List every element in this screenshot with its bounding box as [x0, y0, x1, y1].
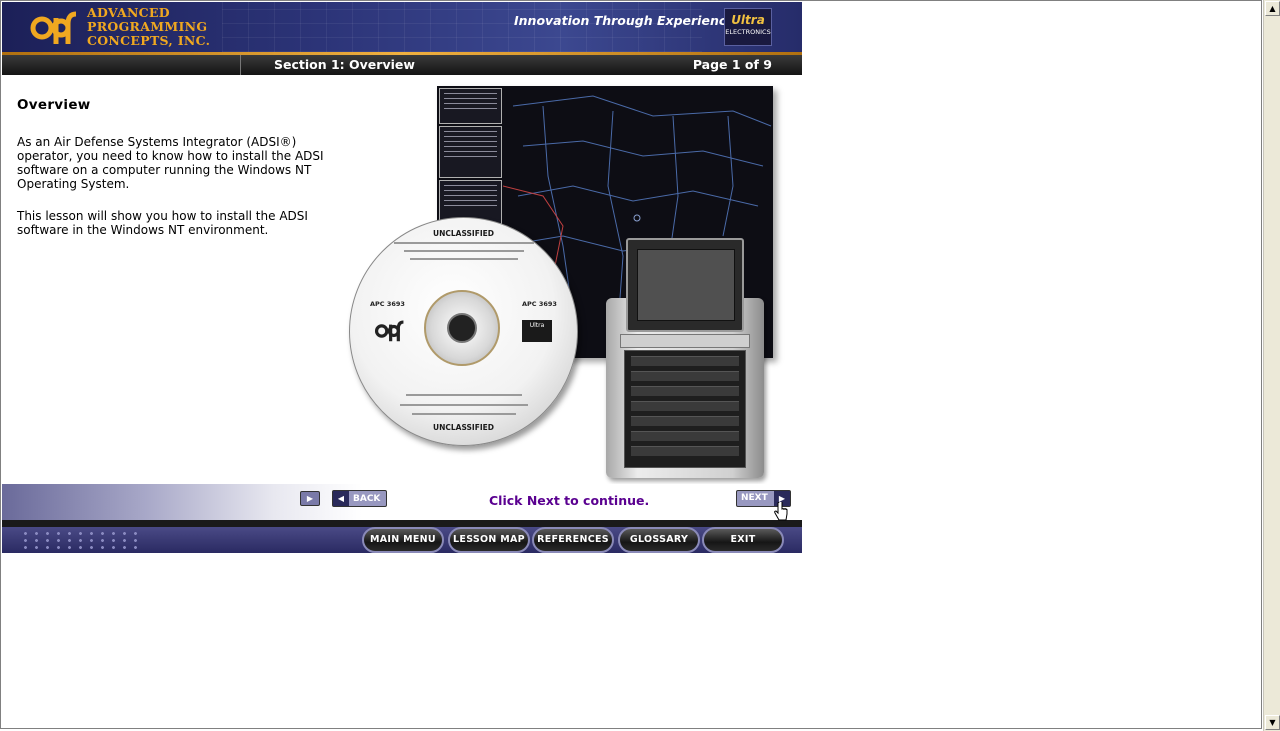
cd-text-line [406, 394, 522, 396]
partner-name: Ultra [731, 13, 765, 27]
company-name-line: ADVANCED [87, 5, 170, 20]
workstation-rack [624, 350, 746, 468]
exit-button[interactable]: EXIT [702, 527, 784, 553]
vertical-scrollbar[interactable]: ▲ ▼ [1263, 0, 1280, 731]
company-name-line: CONCEPTS, INC. [87, 33, 211, 48]
workstation-screen [637, 249, 735, 321]
cd-text-line [404, 250, 524, 252]
page-title: Overview [17, 97, 91, 113]
apc-logo-icon [30, 11, 77, 44]
cd-text-line [394, 242, 534, 244]
section-title: Section 1: Overview [274, 57, 415, 72]
main-menu-button[interactable]: MAIN MENU [362, 527, 444, 553]
cd-hub [424, 290, 500, 366]
page-indicator: Page 1 of 9 [692, 57, 772, 72]
cd-text-line [412, 413, 516, 415]
company-name-line: PROGRAMMING [87, 19, 208, 34]
cd-code-right: APC 3693 [522, 300, 557, 308]
cd-text-line [400, 404, 528, 406]
page-navigation-bar: ▶ ◀ BACK Click Next to continue. NEXT ▶ [2, 484, 802, 520]
cd-ultra-logo: Ultra [522, 320, 552, 342]
ultra-electronics-logo: Ultra ELECTRONICS [724, 8, 772, 46]
course-header: ADVANCED PROGRAMMING CONCEPTS, INC. Inno… [2, 2, 802, 52]
references-button[interactable]: REFERENCES [532, 527, 614, 553]
section-bar: Section 1: Overview Page 1 of 9 [2, 55, 802, 75]
lesson-illustration: UNCLASSIFIED APC 3693 APC 3693 Ultra UNC… [348, 86, 774, 478]
body-paragraph: This lesson will show you how to install… [17, 209, 308, 237]
replay-icon: ▶ [306, 494, 314, 503]
workstation-monitor [626, 238, 744, 332]
scroll-down-icon[interactable]: ▼ [1265, 715, 1280, 730]
map-status-panel [439, 126, 502, 178]
next-button-label: NEXT [741, 493, 768, 503]
back-arrow-icon: ◀ [333, 491, 349, 506]
cd-label-bottom: UNCLASSIFIED [433, 423, 494, 432]
lesson-content: Overview As an Air Defense Systems Integ… [2, 75, 802, 484]
partner-subname: ELECTRONICS [725, 28, 771, 36]
cd-label-top: UNCLASSIFIED [433, 229, 494, 238]
company-name: ADVANCED PROGRAMMING CONCEPTS, INC. [87, 6, 210, 48]
workstation-keyboard [620, 334, 750, 348]
course-frame: ADVANCED PROGRAMMING CONCEPTS, INC. Inno… [2, 2, 802, 553]
continue-prompt: Click Next to continue. [489, 493, 650, 508]
decorative-dots [20, 530, 140, 550]
section-bar-separator [240, 55, 241, 75]
body-paragraph: As an Air Defense Systems Integrator (AD… [17, 135, 324, 191]
replay-button[interactable]: ▶ [300, 491, 320, 506]
hand-cursor-icon [774, 502, 788, 521]
rugged-workstation-image [606, 238, 764, 478]
cd-hole [447, 313, 477, 343]
back-button[interactable]: ◀ BACK [332, 490, 387, 507]
scroll-up-icon[interactable]: ▲ [1265, 1, 1280, 16]
map-status-panel [439, 88, 502, 124]
lesson-map-button[interactable]: LESSON MAP [448, 527, 530, 553]
cd-text-line [410, 258, 518, 260]
tagline: Innovation Through Experience [514, 13, 735, 28]
footer-divider [2, 520, 802, 527]
software-cd-image: UNCLASSIFIED APC 3693 APC 3693 Ultra UNC… [349, 217, 578, 446]
glossary-button[interactable]: GLOSSARY [618, 527, 700, 553]
back-button-label: BACK [353, 494, 381, 504]
cd-code-left: APC 3693 [370, 300, 405, 308]
cd-apc-logo-icon [374, 320, 404, 342]
course-menu-bar: MAIN MENU LESSON MAP REFERENCES GLOSSARY… [2, 527, 802, 553]
